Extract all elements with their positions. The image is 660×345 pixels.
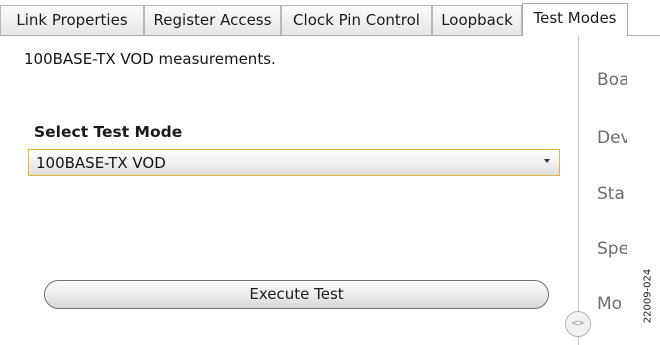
side-label-speed: Spe: [597, 239, 627, 259]
panel-splitter[interactable]: [578, 36, 579, 345]
side-label-device: Dev: [597, 128, 627, 148]
tab-link-properties[interactable]: Link Properties: [0, 5, 144, 35]
tab-loopback[interactable]: Loopback: [432, 5, 522, 35]
execute-test-button[interactable]: Execute Test: [44, 280, 549, 309]
tab-register-access[interactable]: Register Access: [144, 5, 281, 35]
tab-strip: Link Properties Register Access Clock Pi…: [0, 0, 660, 36]
test-mode-select-value: 100BASE-TX VOD: [36, 154, 166, 172]
test-description: 100BASE-TX VOD measurements.: [24, 50, 276, 68]
chevron-down-icon[interactable]: [544, 159, 550, 163]
figure-id: 22009-024: [633, 253, 660, 339]
tab-clock-pin-control[interactable]: Clock Pin Control: [281, 5, 432, 35]
collapse-expand-icon[interactable]: <>: [565, 311, 591, 337]
tab-test-modes[interactable]: Test Modes: [522, 3, 628, 36]
select-test-mode-label: Select Test Mode: [34, 123, 183, 141]
side-label-board: Boa: [597, 70, 627, 90]
side-info-column: Boa Dev Sta Spe Mo: [597, 36, 627, 345]
side-label-mode: Mo: [597, 294, 623, 314]
figure-id-text: 22009-024: [642, 268, 654, 324]
side-label-status: Sta: [597, 184, 625, 204]
test-modes-panel: 100BASE-TX VOD measurements. Select Test…: [0, 36, 578, 345]
test-mode-select[interactable]: 100BASE-TX VOD: [28, 149, 560, 176]
